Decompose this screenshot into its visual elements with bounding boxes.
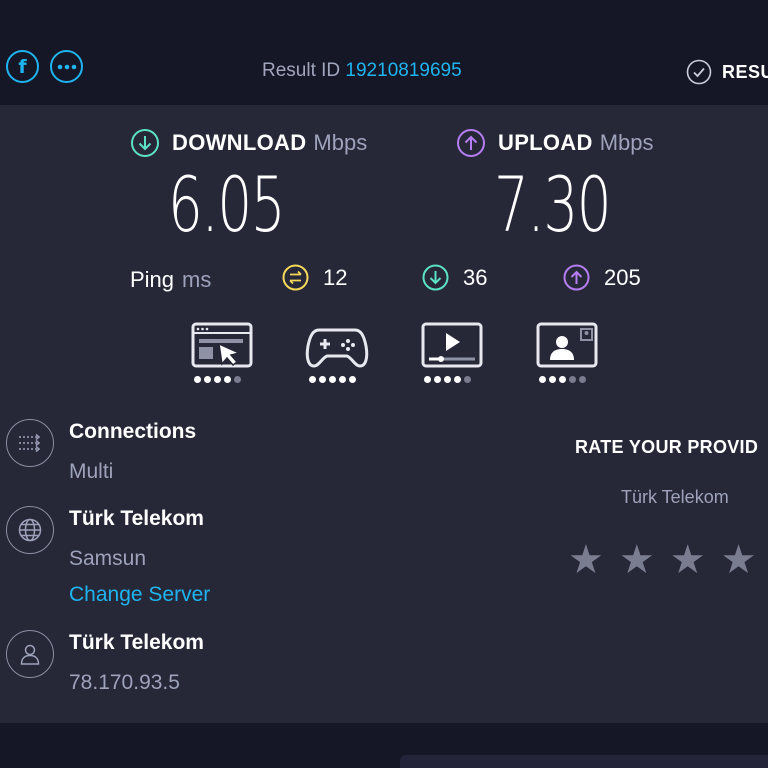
download-unit: Mbps bbox=[313, 130, 368, 155]
results-label: RESU bbox=[722, 61, 768, 82]
video-call-rating[interactable] bbox=[536, 322, 600, 375]
rating-dot bbox=[424, 376, 431, 383]
connections-value: Multi bbox=[69, 460, 114, 483]
ping-label: Ping ms bbox=[130, 267, 211, 293]
rate-provider-title: RATE YOUR PROVID bbox=[575, 437, 759, 457]
web-browsing-rating[interactable] bbox=[191, 322, 255, 375]
web-browsing-icon bbox=[191, 322, 253, 368]
gaming-dots bbox=[309, 376, 356, 383]
star-icon[interactable]: ★ bbox=[670, 538, 706, 582]
video-play-icon bbox=[421, 322, 483, 368]
star-icon[interactable]: ★ bbox=[619, 538, 655, 582]
upload-arrow-icon bbox=[457, 129, 485, 157]
ping-upload: 205 bbox=[563, 264, 641, 291]
rating-dot bbox=[224, 376, 231, 383]
download-value: 6.05 bbox=[168, 160, 286, 249]
result-id-label: Result ID bbox=[262, 60, 341, 81]
rating-dot bbox=[309, 376, 316, 383]
result-id-link[interactable]: 19210819695 bbox=[345, 60, 461, 81]
provider-icon-wrap bbox=[6, 630, 54, 678]
star-icon[interactable]: ★ bbox=[721, 538, 757, 582]
upload-label: UPLOAD bbox=[498, 130, 593, 155]
gaming-rating[interactable] bbox=[305, 322, 369, 375]
star-icon[interactable]: ★ bbox=[568, 538, 604, 582]
upload-latency-icon bbox=[563, 264, 590, 291]
server-location: Samsun bbox=[69, 547, 147, 570]
rating-dot bbox=[569, 376, 576, 383]
rating-dot bbox=[549, 376, 556, 383]
ping-upload-value: 205 bbox=[604, 264, 641, 290]
more-share-button[interactable] bbox=[50, 50, 83, 83]
results-link[interactable]: RESU bbox=[686, 59, 768, 85]
facebook-share-button[interactable]: f bbox=[6, 50, 39, 83]
rating-dot bbox=[349, 376, 356, 383]
ping-download-value: 36 bbox=[463, 264, 488, 290]
web-browsing-dots bbox=[194, 376, 241, 383]
rating-dot bbox=[339, 376, 346, 383]
rating-dot bbox=[464, 376, 471, 383]
idle-latency-icon bbox=[282, 264, 309, 291]
change-server-link[interactable]: Change Server bbox=[69, 583, 210, 607]
server-icon-wrap bbox=[6, 506, 54, 554]
top-bar bbox=[0, 0, 768, 105]
facebook-icon: f bbox=[18, 55, 27, 78]
rating-dot bbox=[319, 376, 326, 383]
video-streaming-dots bbox=[424, 376, 471, 383]
connections-icon-wrap bbox=[6, 419, 54, 467]
rating-dot bbox=[234, 376, 241, 383]
provider-ip: 78.170.93.5 bbox=[69, 671, 180, 694]
rating-dot bbox=[539, 376, 546, 383]
star-rating[interactable]: ★ ★ ★ ★ bbox=[568, 538, 756, 582]
rating-dot bbox=[579, 376, 586, 383]
ping-idle-value: 12 bbox=[323, 264, 348, 290]
globe-icon bbox=[18, 518, 42, 542]
upload-unit: Mbps bbox=[599, 130, 654, 155]
result-id: Result ID 19210819695 bbox=[262, 60, 462, 82]
rating-dot bbox=[329, 376, 336, 383]
rating-dot bbox=[194, 376, 201, 383]
rate-provider-name: Türk Telekom bbox=[621, 487, 729, 507]
server-title: Türk Telekom bbox=[69, 507, 204, 530]
bottom-card-edge bbox=[400, 755, 768, 768]
download-latency-icon bbox=[422, 264, 449, 291]
provider-title: Türk Telekom bbox=[69, 631, 204, 654]
rating-dot bbox=[214, 376, 221, 383]
check-circle-icon bbox=[686, 59, 712, 85]
user-icon bbox=[20, 644, 40, 665]
ping-download: 36 bbox=[422, 264, 487, 291]
connections-title: Connections bbox=[69, 420, 197, 443]
upload-header: UPLOAD Mbps bbox=[456, 128, 654, 158]
rating-dot bbox=[559, 376, 566, 383]
download-header: DOWNLOAD Mbps bbox=[130, 128, 367, 158]
upload-value: 7.30 bbox=[494, 160, 612, 249]
ping-idle: 12 bbox=[282, 264, 347, 291]
rating-dot bbox=[434, 376, 441, 383]
more-icon bbox=[57, 64, 76, 69]
download-arrow-icon bbox=[131, 129, 159, 157]
connections-icon bbox=[19, 433, 41, 453]
ping-unit: ms bbox=[182, 267, 212, 292]
gamepad-icon bbox=[305, 328, 369, 368]
ping-label-text: Ping bbox=[130, 267, 175, 292]
download-label: DOWNLOAD bbox=[172, 130, 307, 155]
rating-dot bbox=[204, 376, 211, 383]
video-streaming-rating[interactable] bbox=[421, 322, 485, 375]
video-call-dots bbox=[539, 376, 586, 383]
video-call-icon bbox=[536, 322, 598, 368]
rating-dot bbox=[444, 376, 451, 383]
rating-dot bbox=[454, 376, 461, 383]
